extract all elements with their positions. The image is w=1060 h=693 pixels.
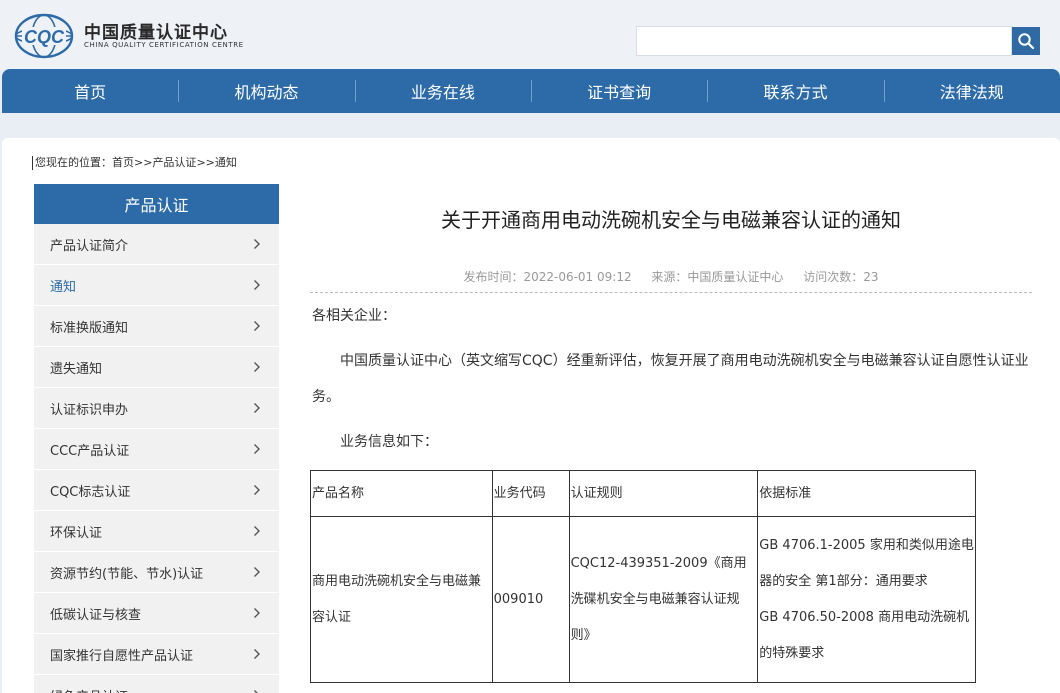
sidebar-item-label: 产品认证简介	[50, 238, 129, 254]
breadcrumb-current-link[interactable]: 通知	[215, 156, 237, 169]
nav-item-news[interactable]: 机构动态	[178, 69, 354, 113]
standard-line: GB 4706.1-2005 家用和类似用途电器的安全 第1部分：通用要求	[759, 537, 974, 589]
sidebar-item[interactable]: 产品认证简介	[34, 224, 279, 265]
article-title: 关于开通商用电动洗碗机安全与电磁兼容认证的通知	[441, 208, 901, 232]
search-button[interactable]	[1012, 27, 1040, 55]
business-info-table: 产品名称 业务代码 认证规则 依据标准 商用电动洗碗机安全与电磁兼容认证 009…	[310, 470, 976, 683]
table-cell-code: 009010	[491, 516, 570, 683]
org-name-cn: 中国质量认证中心	[84, 23, 228, 43]
sidebar-item-label: 低碳认证与核查	[50, 607, 142, 623]
chevron-right-icon	[254, 485, 260, 495]
sidebar-item[interactable]: 资源节约(节能、节水)认证	[34, 552, 279, 593]
table-cell-product: 商用电动洗碗机安全与电磁兼容认证	[310, 516, 493, 683]
breadcrumb-section-link[interactable]: 产品认证	[152, 156, 196, 169]
article-salutation: 各相关企业：	[312, 308, 396, 324]
sidebar-item-label: 国家推行自愿性产品认证	[50, 648, 194, 664]
table-row: 商用电动洗碗机安全与电磁兼容认证 009010 CQC12-439351-200…	[310, 516, 976, 683]
article-publish-time: 发布时间：2022-06-01 09:12	[463, 270, 632, 284]
nav-item-home[interactable]: 首页	[2, 69, 178, 113]
sidebar-item[interactable]: 通知	[34, 265, 279, 306]
search-input[interactable]	[636, 26, 1012, 56]
article-visit-count: 访问次数：23	[803, 270, 879, 284]
table-header-cell: 认证规则	[568, 470, 759, 517]
nav-item-certificate-query[interactable]: 证书查询	[530, 69, 707, 113]
main-nav: 首页 机构动态 业务在线 证书查询 联系方式 法律法规	[2, 69, 1060, 113]
sidebar-item[interactable]: 绿色产品认证	[34, 675, 279, 693]
sidebar-item[interactable]: 国家推行自愿性产品认证	[34, 634, 279, 675]
sidebar-title: 产品认证	[34, 184, 279, 224]
chevron-right-icon	[254, 280, 260, 290]
sidebar-item[interactable]: CCC产品认证	[34, 429, 279, 470]
cqc-logo-icon: CQC	[14, 13, 74, 59]
chevron-right-icon	[254, 403, 260, 413]
site-logo[interactable]: CQC 中国质量认证中心 CHINA QUALITY CERTIFICATION…	[14, 12, 254, 60]
chevron-right-icon	[254, 567, 260, 577]
article-paragraph: 业务信息如下：	[340, 434, 438, 450]
table-header-cell: 依据标准	[757, 470, 976, 517]
sidebar-item-label: CQC标志认证	[50, 484, 131, 500]
sidebar-item-label: 遗失通知	[50, 361, 103, 377]
breadcrumb-separator: >>	[134, 156, 153, 169]
chevron-right-icon	[254, 690, 258, 693]
sidebar-item[interactable]: 认证标识申办	[34, 388, 279, 429]
content-panel: 您现在的位置：首页>>产品认证>>通知 产品认证 产品认证简介 通知 标准换版通知遗…	[2, 138, 1060, 693]
sidebar-item[interactable]: 环保认证	[34, 511, 279, 552]
sidebar-item-label: 资源节约(节能、节水)认证	[50, 566, 204, 582]
nav-item-contact[interactable]: 联系方式	[707, 69, 883, 113]
chevron-right-icon	[254, 321, 260, 331]
sidebar: 产品认证 产品认证简介 通知标准换版通知 遗失通知认证标识申办 CCC产品认证 CQC标…	[34, 184, 279, 693]
table-header-row: 产品名称 业务代码 认证规则 依据标准	[310, 470, 976, 517]
sidebar-item-label: 通知	[50, 279, 77, 295]
standard-line: GB 4706.50-2008 商用电动洗碗机的特殊要求	[759, 609, 970, 661]
sidebar-item[interactable]: 遗失通知	[34, 347, 279, 388]
sidebar-item[interactable]: CQC标志认证	[34, 470, 279, 511]
sidebar-list: 产品认证简介 通知标准换版通知 遗失通知认证标识申办 CCC产品认证 CQC标志认证 环保…	[34, 224, 279, 693]
nav-item-laws[interactable]: 法律法规	[883, 69, 1060, 113]
search-icon	[1018, 33, 1035, 50]
table-header-cell: 产品名称	[310, 470, 493, 517]
chevron-right-icon	[254, 444, 260, 454]
chevron-right-icon	[254, 649, 260, 659]
sidebar-item-label: CCC产品认证	[50, 443, 130, 459]
chevron-right-icon	[254, 239, 260, 249]
site-header: CQC 中国质量认证中心 CHINA QUALITY CERTIFICATION…	[0, 0, 1060, 69]
breadcrumb-prefix: 您现在的位置：	[35, 156, 112, 169]
svg-text:CQC: CQC	[24, 27, 65, 47]
chevron-right-icon	[254, 608, 260, 618]
breadcrumb-separator: >>	[196, 156, 215, 169]
article-source: 来源：中国质量认证中心	[651, 270, 784, 284]
breadcrumb-home-link[interactable]: 首页	[112, 156, 134, 169]
chevron-right-icon	[254, 526, 260, 536]
table-header-cell: 业务代码	[491, 470, 570, 517]
sidebar-item-label: 标准换版通知	[50, 320, 129, 336]
nav-item-online-business[interactable]: 业务在线	[354, 69, 531, 113]
sidebar-item-label: 绿色产品认证	[50, 686, 128, 693]
sidebar-item[interactable]: 标准换版通知	[34, 306, 279, 347]
table-cell-standard: GB 4706.1-2005 家用和类似用途电器的安全 第1部分：通用要求 GB…	[757, 516, 976, 683]
breadcrumb: 您现在的位置：首页>>产品认证>>通知	[32, 156, 237, 170]
chevron-right-icon	[254, 362, 260, 372]
sidebar-item[interactable]: 低碳认证与核查	[34, 593, 279, 634]
sidebar-item-label: 认证标识申办	[50, 402, 129, 418]
sidebar-item-label: 环保认证	[50, 525, 103, 541]
table-cell-rule: CQC12-439351-2009《商用洗碟机安全与电磁兼容认证规则》	[568, 516, 759, 683]
org-name-en: CHINA QUALITY CERTIFICATION CENTRE	[84, 41, 244, 49]
article-meta: 发布时间：2022-06-01 09:12 来源：中国质量认证中心 访问次数：2…	[310, 269, 1032, 293]
article-paragraph: 中国质量认证中心（英文缩写CQC）经重新评估，恢复开展了商用电动洗碗机安全与电磁…	[312, 353, 1029, 405]
